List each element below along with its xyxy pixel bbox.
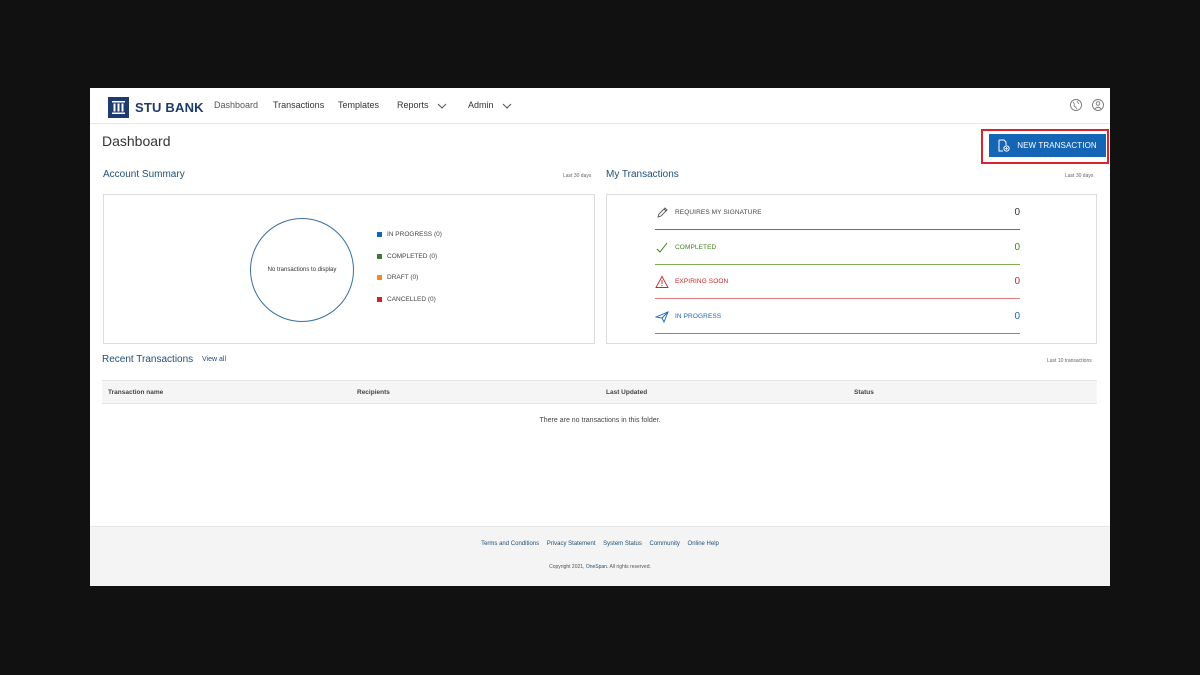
empty-chart-message: No transactions to display bbox=[267, 267, 337, 273]
copyright-prefix: Copyright 2021, bbox=[549, 564, 585, 570]
footer-link-online-help[interactable]: Online Help bbox=[688, 541, 719, 547]
in-progress-count: 0 bbox=[1014, 311, 1020, 322]
app-window: STU BANK Dashboard Transactions Template… bbox=[90, 88, 1110, 586]
nav-admin-label: Admin bbox=[468, 100, 494, 110]
footer: Terms and Conditions Privacy Statement S… bbox=[90, 526, 1110, 586]
globe-icon[interactable] bbox=[1069, 98, 1083, 112]
status-donut-chart: No transactions to display bbox=[250, 218, 354, 322]
legend-swatch bbox=[377, 297, 382, 302]
nav-templates[interactable]: Templates bbox=[338, 100, 379, 110]
footer-link-terms[interactable]: Terms and Conditions bbox=[481, 541, 539, 547]
my-transactions-title: My Transactions bbox=[606, 169, 679, 180]
column-recipients[interactable]: Recipients bbox=[357, 389, 390, 396]
row-expiring-soon[interactable]: EXPIRING SOON 0 bbox=[655, 264, 1020, 299]
warning-icon bbox=[655, 275, 669, 288]
recent-transactions-meta: Last 10 transactions bbox=[1047, 358, 1092, 364]
page-title: Dashboard bbox=[102, 133, 171, 149]
legend-label: DRAFT (0) bbox=[387, 274, 419, 281]
my-transactions-card: REQUIRES MY SIGNATURE 0 COMPLETED 0 EXPI… bbox=[606, 194, 1097, 344]
account-summary-title: Account Summary bbox=[103, 169, 185, 180]
footer-link-privacy[interactable]: Privacy Statement bbox=[547, 541, 596, 547]
footer-link-community[interactable]: Community bbox=[650, 541, 680, 547]
nav-admin[interactable]: Admin bbox=[468, 100, 512, 110]
account-summary-period: Last 30 days bbox=[563, 173, 592, 179]
brand-name: STU BANK bbox=[135, 99, 204, 115]
pen-icon bbox=[657, 206, 668, 218]
legend-label: COMPLETED (0) bbox=[387, 253, 438, 260]
requires-signature-count: 0 bbox=[1014, 207, 1020, 218]
empty-table-message: There are no transactions in this folder… bbox=[539, 417, 661, 424]
transactions-table-header: Transaction name Recipients Last Updated… bbox=[102, 380, 1097, 404]
completed-count: 0 bbox=[1014, 242, 1020, 253]
copyright-brand-link[interactable]: OneSpan bbox=[586, 564, 607, 570]
check-icon bbox=[656, 242, 668, 253]
row-in-progress[interactable]: IN PROGRESS 0 bbox=[655, 299, 1020, 334]
account-summary-card: No transactions to display IN PROGRESS (… bbox=[103, 194, 595, 344]
in-progress-label: IN PROGRESS bbox=[675, 313, 722, 320]
legend-item-in-progress: IN PROGRESS (0) bbox=[377, 231, 442, 238]
send-icon bbox=[655, 310, 669, 323]
copyright: Copyright 2021, OneSpan. All rights rese… bbox=[90, 564, 1110, 570]
top-navigation: STU BANK Dashboard Transactions Template… bbox=[90, 88, 1110, 124]
divider bbox=[655, 333, 1020, 334]
new-transaction-label: NEW TRANSACTION bbox=[1017, 141, 1097, 150]
legend-swatch bbox=[377, 232, 382, 237]
new-transaction-button[interactable]: NEW TRANSACTION bbox=[989, 134, 1106, 157]
legend-swatch bbox=[377, 254, 382, 259]
row-completed[interactable]: COMPLETED 0 bbox=[655, 230, 1020, 265]
footer-links: Terms and Conditions Privacy Statement S… bbox=[90, 541, 1110, 547]
column-status[interactable]: Status bbox=[854, 389, 874, 396]
nav-dashboard[interactable]: Dashboard bbox=[214, 100, 258, 110]
row-requires-signature[interactable]: REQUIRES MY SIGNATURE 0 bbox=[655, 195, 1020, 230]
new-document-icon bbox=[998, 139, 1010, 152]
view-all-link[interactable]: View all bbox=[202, 356, 226, 363]
expiring-soon-label: EXPIRING SOON bbox=[675, 278, 729, 285]
legend-label: CANCELLED (0) bbox=[387, 296, 436, 303]
column-last-updated[interactable]: Last Updated bbox=[606, 389, 647, 396]
legend-swatch bbox=[377, 275, 382, 280]
brand-logo[interactable]: STU BANK bbox=[108, 96, 204, 118]
recent-transactions-title: Recent Transactions bbox=[102, 354, 194, 365]
legend-item-cancelled: CANCELLED (0) bbox=[377, 296, 436, 303]
chevron-down-icon bbox=[502, 103, 512, 109]
legend-item-completed: COMPLETED (0) bbox=[377, 253, 437, 260]
expiring-soon-count: 0 bbox=[1014, 276, 1020, 287]
legend-label: IN PROGRESS (0) bbox=[387, 231, 442, 238]
legend-item-draft: DRAFT (0) bbox=[377, 274, 418, 281]
column-transaction-name[interactable]: Transaction name bbox=[108, 389, 163, 396]
nav-reports-label: Reports bbox=[397, 100, 429, 110]
requires-signature-label: REQUIRES MY SIGNATURE bbox=[675, 209, 762, 216]
nav-transactions[interactable]: Transactions bbox=[273, 100, 324, 110]
my-transactions-period: Last 30 days bbox=[1065, 173, 1094, 179]
nav-reports[interactable]: Reports bbox=[397, 100, 447, 110]
bank-logo-icon bbox=[108, 96, 129, 118]
completed-label: COMPLETED bbox=[675, 244, 717, 251]
footer-link-system-status[interactable]: System Status bbox=[603, 541, 642, 547]
user-icon[interactable] bbox=[1091, 98, 1105, 112]
copyright-suffix: . All rights reserved. bbox=[606, 564, 651, 570]
chevron-down-icon bbox=[437, 103, 447, 109]
